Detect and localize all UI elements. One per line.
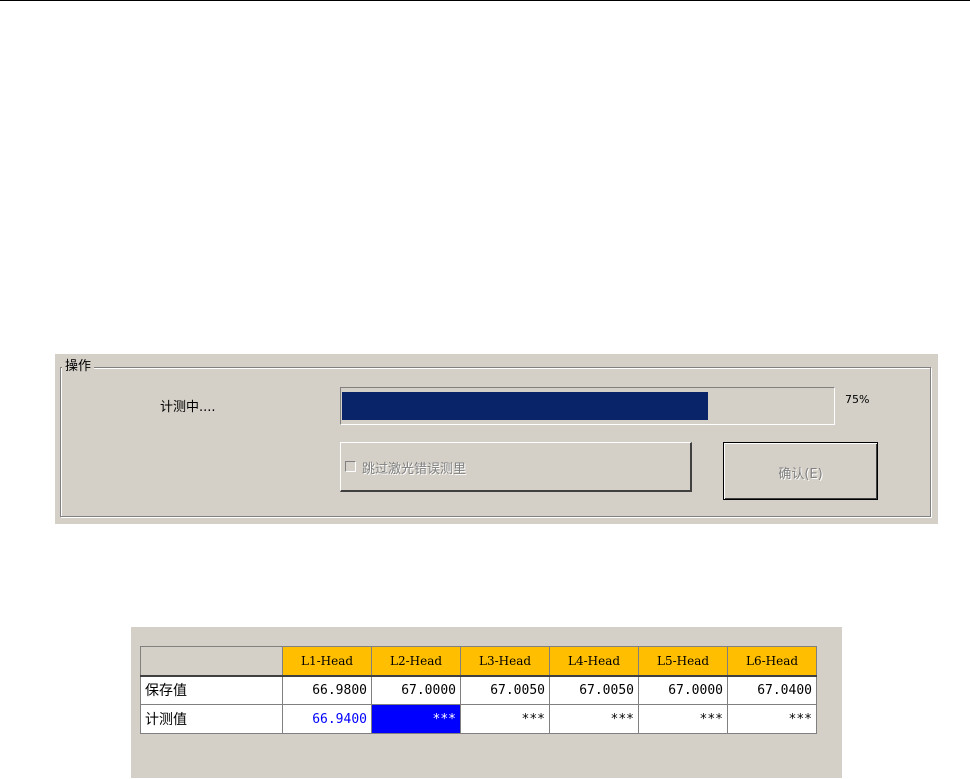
top-border-line xyxy=(0,0,970,1)
progress-percent: 75% xyxy=(845,393,870,406)
table-row-saved: 保存值 66.9800 67.0000 67.0050 67.0050 67.0… xyxy=(140,675,817,705)
column-header[interactable]: L4-Head xyxy=(549,646,639,677)
progress-fill xyxy=(342,392,708,420)
table-cell[interactable]: 67.0050 xyxy=(549,675,639,705)
table-corner-cell xyxy=(140,646,283,677)
table-cell-selected[interactable]: *** xyxy=(371,704,461,734)
column-header[interactable]: L2-Head xyxy=(371,646,461,677)
operation-panel: 操作 计测中.... 75% 跳过激光错误测里 确认(E) xyxy=(55,354,938,524)
table-cell[interactable]: 67.0050 xyxy=(460,675,550,705)
table-cell[interactable]: 66.9800 xyxy=(282,675,372,705)
confirm-button-label: 确认(E) xyxy=(778,467,823,482)
table-cell[interactable]: *** xyxy=(638,704,728,734)
status-text: 计测中.... xyxy=(160,400,216,415)
table-cell[interactable]: 67.0000 xyxy=(638,675,728,705)
column-header[interactable]: L1-Head xyxy=(282,646,372,677)
table-cell[interactable]: 66.9400 xyxy=(282,704,372,734)
head-data-table: L1-Head L2-Head L3-Head L4-Head L5-Head … xyxy=(140,646,817,734)
column-header[interactable]: L3-Head xyxy=(460,646,550,677)
table-cell[interactable]: *** xyxy=(460,704,550,734)
row-header-saved: 保存值 xyxy=(140,675,283,705)
skip-laser-error-checkbox[interactable]: 跳过激光错误测里 xyxy=(340,442,692,492)
column-header[interactable]: L6-Head xyxy=(727,646,817,677)
table-cell[interactable]: *** xyxy=(727,704,817,734)
progress-bar xyxy=(340,387,835,425)
checkbox-box[interactable] xyxy=(345,461,356,472)
table-cell[interactable]: *** xyxy=(549,704,639,734)
table-cell[interactable]: 67.0400 xyxy=(727,675,817,705)
column-header[interactable]: L5-Head xyxy=(638,646,728,677)
table-cell[interactable]: 67.0000 xyxy=(371,675,461,705)
confirm-button[interactable]: 确认(E) xyxy=(723,442,878,500)
table-header-row: L1-Head L2-Head L3-Head L4-Head L5-Head … xyxy=(140,646,817,677)
operation-group-title: 操作 xyxy=(62,359,95,375)
head-data-panel: L1-Head L2-Head L3-Head L4-Head L5-Head … xyxy=(131,627,842,778)
skip-laser-error-label: 跳过激光错误测里 xyxy=(362,462,467,477)
row-header-measured: 计测值 xyxy=(140,704,283,734)
table-row-measured: 计测值 66.9400 *** *** *** *** *** xyxy=(140,704,817,734)
